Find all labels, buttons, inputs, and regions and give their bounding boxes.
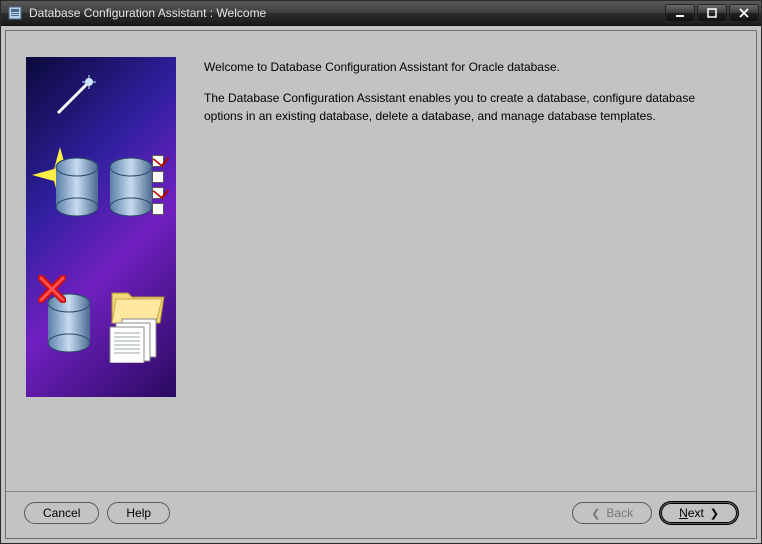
titlebar: Database Configuration Assistant : Welco… [1,1,761,26]
chevron-left-icon: ❮ [591,507,600,520]
app-icon [7,5,23,21]
application-window: Database Configuration Assistant : Welco… [0,0,762,544]
next-button-label: Next [679,506,704,520]
minimize-button[interactable] [665,4,695,22]
wizard-body-text: Welcome to Database Configuration Assist… [204,57,736,481]
back-button: ❮ Back [572,502,652,524]
wizard-footer: Cancel Help ❮ Back Next ❯ [6,491,756,538]
window-controls [663,4,759,22]
cancel-button[interactable]: Cancel [24,502,99,524]
window-title: Database Configuration Assistant : Welco… [29,6,663,20]
wizard-sidebar-graphic [26,57,176,397]
maximize-button[interactable] [697,4,727,22]
wizard-panel: Welcome to Database Configuration Assist… [5,30,757,539]
chevron-right-icon: ❯ [710,507,719,520]
welcome-text: Welcome to Database Configuration Assist… [204,59,736,76]
documents-icon [108,315,164,363]
magic-wand-icon [54,75,96,117]
window-body: Welcome to Database Configuration Assist… [1,26,761,543]
help-button[interactable]: Help [107,502,170,524]
database-icon [108,157,154,217]
database-icon [54,157,100,217]
checklist-icon [152,155,164,219]
close-button[interactable] [729,4,759,22]
next-button[interactable]: Next ❯ [660,502,738,524]
back-button-label: Back [606,506,633,520]
description-text: The Database Configuration Assistant ena… [204,90,736,125]
delete-x-icon [38,275,66,303]
wizard-content: Welcome to Database Configuration Assist… [6,31,756,491]
